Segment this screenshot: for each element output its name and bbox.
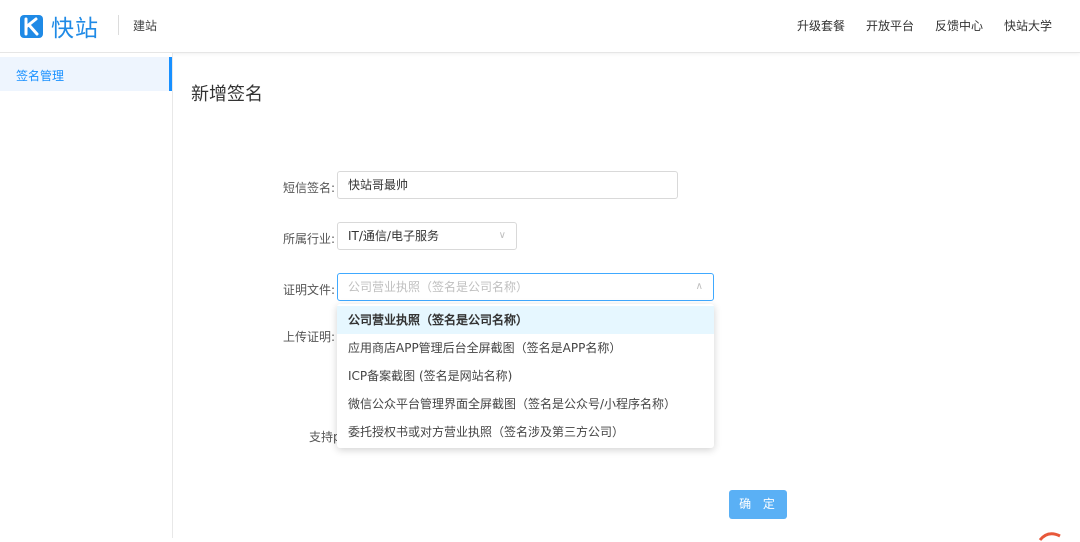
top-nav: 升级套餐 开放平台 反馈中心 快站大学 (776, 17, 1052, 34)
nav-kuaizhan-university[interactable]: 快站大学 (1004, 17, 1052, 34)
certificate-placeholder: 公司营业执照（签名是公司名称） (348, 280, 529, 294)
industry-label: 所属行业: (282, 232, 335, 246)
kuaizhan-logo-icon (20, 14, 43, 38)
nav-upgrade-plan[interactable]: 升级套餐 (797, 17, 845, 34)
dropdown-option[interactable]: 委托授权书或对方营业执照（签名涉及第三方公司） (337, 418, 714, 446)
corner-decoration-icon (1038, 532, 1061, 541)
industry-value: IT/通信/电子服务 (348, 229, 439, 243)
brand-name: 快站 (51, 16, 99, 42)
dropdown-option[interactable]: 应用商店APP管理后台全屏截图（签名是APP名称） (337, 334, 714, 362)
sidebar: 签名管理 (0, 53, 173, 538)
nav-open-platform[interactable]: 开放平台 (866, 17, 914, 34)
top-header: 快站 建站 升级套餐 开放平台 反馈中心 快站大学 (0, 0, 1080, 53)
header-subtitle-link[interactable]: 建站 (133, 17, 157, 34)
brand-logo[interactable]: 快站 (18, 10, 99, 42)
signature-label: 短信签名: (282, 181, 335, 195)
page-title: 新增签名 (191, 84, 263, 105)
sidebar-item-label: 签名管理 (16, 69, 65, 83)
header-divider (118, 15, 119, 35)
certificate-select[interactable]: 公司营业执照（签名是公司名称） ∧ (337, 273, 714, 301)
nav-feedback-center[interactable]: 反馈中心 (935, 17, 983, 34)
chevron-up-icon: ∧ (695, 281, 703, 292)
dropdown-option[interactable]: ICP备案截图 (签名是网站名称) (337, 362, 714, 390)
industry-select[interactable]: IT/通信/电子服务 ∨ (337, 222, 517, 250)
certificate-dropdown: 公司营业执照（签名是公司名称） 应用商店APP管理后台全屏截图（签名是APP名称… (337, 304, 714, 448)
support-hint: 支持p (309, 430, 341, 444)
upload-label: 上传证明: (282, 330, 335, 344)
dropdown-option[interactable]: 公司营业执照（签名是公司名称） (337, 306, 714, 334)
sidebar-item-signature-management[interactable]: 签名管理 (0, 57, 172, 91)
signature-value: 快站哥最帅 (348, 178, 409, 192)
confirm-button[interactable]: 确 定 (729, 490, 787, 519)
certificate-label: 证明文件: (282, 283, 335, 297)
chevron-down-icon: ∨ (498, 230, 506, 241)
dropdown-option[interactable]: 微信公众平台管理界面全屏截图（签名是公众号/小程序名称） (337, 390, 714, 418)
signature-input[interactable]: 快站哥最帅 (337, 171, 678, 199)
